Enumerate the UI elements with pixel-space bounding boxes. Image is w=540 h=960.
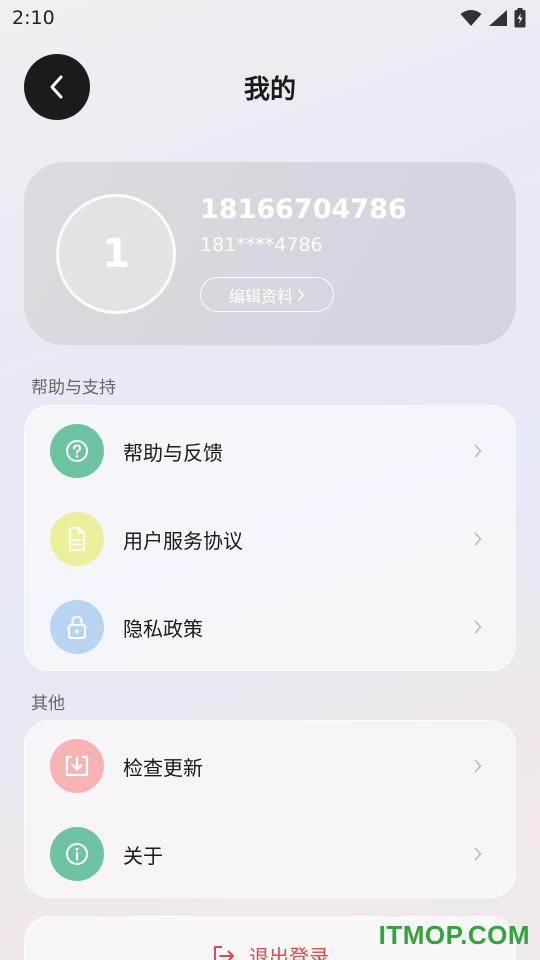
wifi-icon [460,10,482,26]
menu-item-user-agreement[interactable]: 用户服务协议 [25,495,517,583]
document-icon [50,512,104,566]
help-menu-card: 帮助与反馈 用户服务协议 隐私政策 [24,405,516,671]
info-icon [50,827,104,881]
back-button[interactable] [24,54,90,120]
profile-phone: 181****4786 [200,234,323,256]
chevron-right-icon [471,847,485,861]
chevron-right-icon [471,532,485,546]
status-icons [460,8,526,28]
battery-icon [514,8,526,28]
download-icon [50,739,104,793]
signal-icon [489,10,507,26]
menu-label: 检查更新 [123,755,203,780]
menu-label: 用户服务协议 [123,528,243,553]
watermark: ITMOP.COM [378,920,530,950]
menu-item-check-update[interactable]: 检查更新 [25,722,517,810]
chevron-right-icon [471,759,485,773]
lock-icon [50,600,104,654]
edit-profile-button[interactable]: 编辑资料 [200,277,334,312]
status-bar: 2:10 [0,0,540,36]
logout-label: 退出登录 [249,945,329,960]
profile-card[interactable]: 1 18166704786 181****4786 编辑资料 [24,162,516,345]
avatar[interactable]: 1 [56,194,176,314]
chevron-left-icon [50,75,63,99]
logout-icon [214,945,234,960]
header: 我的 [0,54,540,120]
chevron-right-icon [471,620,485,634]
menu-label: 关于 [123,843,163,868]
menu-item-help-feedback[interactable]: 帮助与反馈 [25,407,517,495]
chevron-right-icon [471,444,485,458]
status-time: 2:10 [12,7,55,29]
section-label-help: 帮助与支持 [31,378,116,398]
menu-item-about[interactable]: 关于 [25,810,517,898]
menu-item-privacy-policy[interactable]: 隐私政策 [25,583,517,671]
edit-profile-label: 编辑资料 [228,286,293,306]
help-circle-icon [50,424,104,478]
other-menu-card: 检查更新 关于 [24,720,516,898]
section-label-other: 其他 [31,694,65,714]
profile-name: 18166704786 [200,194,407,225]
chevron-right-icon [298,288,304,301]
menu-label: 隐私政策 [123,616,203,641]
menu-label: 帮助与反馈 [123,440,223,465]
